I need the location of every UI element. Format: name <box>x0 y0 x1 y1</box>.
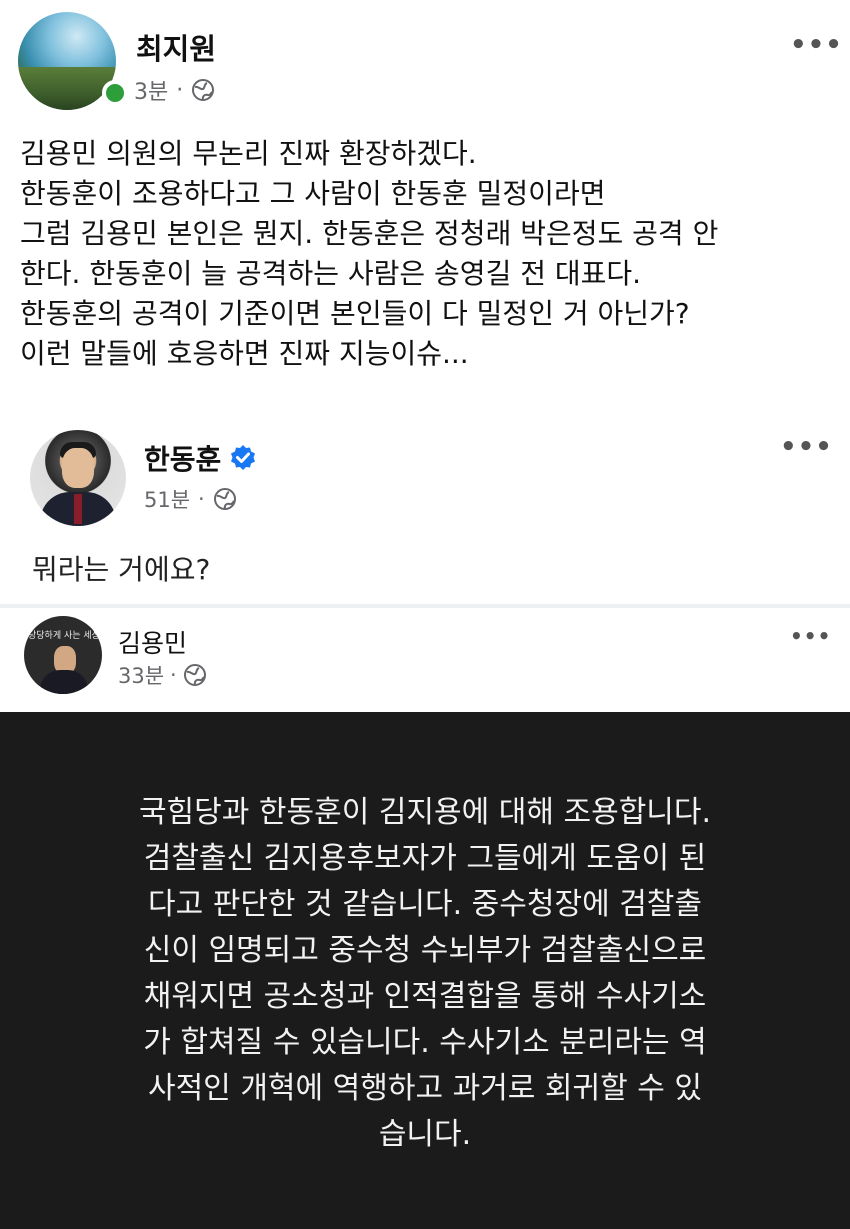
globe-icon <box>183 664 206 686</box>
more-options-icon[interactable]: ••• <box>790 624 831 648</box>
meta-separator: · <box>170 663 177 687</box>
post-line: 이런 말들에 호응하면 진짜 지능이슈... <box>20 337 469 370</box>
meta-separator: · <box>198 487 205 511</box>
shared-post-time[interactable]: 51분 <box>144 484 190 514</box>
shared-post-kim: 당당하게 사는 세상 김용민 33분 · ••• <box>0 608 850 712</box>
panel-line: 다고 판단한 것 같습니다. 중수청장에 검찰출 <box>147 887 703 922</box>
shared-author-name[interactable]: 한동훈 <box>144 438 257 478</box>
panel-line: 검찰출신 김지용후보자가 그들에게 도움이 된 <box>143 841 707 876</box>
author-name[interactable]: 최지원 <box>136 26 216 68</box>
post-header: 최지원 3분 · ••• <box>0 0 850 120</box>
post-line: 그럼 김용민 본인은 뭔지. 한동훈은 정청래 박은정도 공격 안 <box>20 217 719 250</box>
post-line: 한다. 한동훈이 늘 공격하는 사람은 송영길 전 대표다. <box>20 257 642 290</box>
post-time[interactable]: 3분 <box>134 74 168 106</box>
post-line: 김용민 의원의 무논리 진짜 환장하겠다. <box>20 137 477 170</box>
post-line: 한동훈의 공격이 기준이면 본인들이 다 밀정인 거 아닌가? <box>20 297 690 330</box>
shared-post-han: 한동훈 51분 · ••• 뭐라는 거에요? <box>0 410 850 606</box>
verified-badge-icon <box>231 445 256 470</box>
author-avatar[interactable] <box>30 430 126 526</box>
panel-line: 국힘당과 한동훈이 김지용에 대해 조용합니다. <box>138 795 712 830</box>
shared-post-meta: 33분 · <box>118 660 207 690</box>
panel-line: 신이 임명되고 중수청 수뇌부가 검찰출신으로 <box>143 933 707 968</box>
shared-author-label: 한동훈 <box>144 443 222 476</box>
shared-post-meta: 51분 · <box>144 484 237 514</box>
globe-icon <box>192 79 215 101</box>
panel-line: 습니다. <box>378 1117 472 1152</box>
post-meta: 3분 · <box>134 74 215 106</box>
panel-line: 가 합쳐질 수 있습니다. 수사기소 분리라는 역 <box>143 1025 707 1060</box>
meta-separator: · <box>176 77 184 103</box>
author-avatar[interactable]: 당당하게 사는 세상 <box>24 616 102 694</box>
online-status-dot <box>102 80 128 106</box>
globe-icon <box>213 488 236 510</box>
avatar-caption: 당당하게 사는 세상 <box>28 631 100 641</box>
text-image-panel: 국힘당과 한동훈이 김지용에 대해 조용합니다. 검찰출신 김지용후보자가 그들… <box>0 712 850 1229</box>
post-line: 한동훈이 조용하다고 그 사람이 한동훈 밀정이라면 <box>20 177 606 210</box>
shared-post-text: 뭐라는 거에요? <box>32 553 211 586</box>
panel-line: 채워지면 공소청과 인적결합을 통해 수사기소 <box>143 979 707 1014</box>
panel-text: 국힘당과 한동훈이 김지용에 대해 조용합니다. 검찰출신 김지용후보자가 그들… <box>0 790 850 1158</box>
more-options-icon[interactable]: ••• <box>780 432 833 462</box>
post-body: 김용민 의원의 무논리 진짜 환장하겠다. 한동훈이 조용하다고 그 사람이 한… <box>20 134 840 374</box>
shared-post-time[interactable]: 33분 <box>118 660 164 690</box>
more-options-icon[interactable]: ••• <box>790 30 843 60</box>
panel-line: 사적인 개혁에 역행하고 과거로 회귀할 수 있 <box>147 1071 703 1106</box>
shared-author-name[interactable]: 김용민 <box>118 624 187 660</box>
